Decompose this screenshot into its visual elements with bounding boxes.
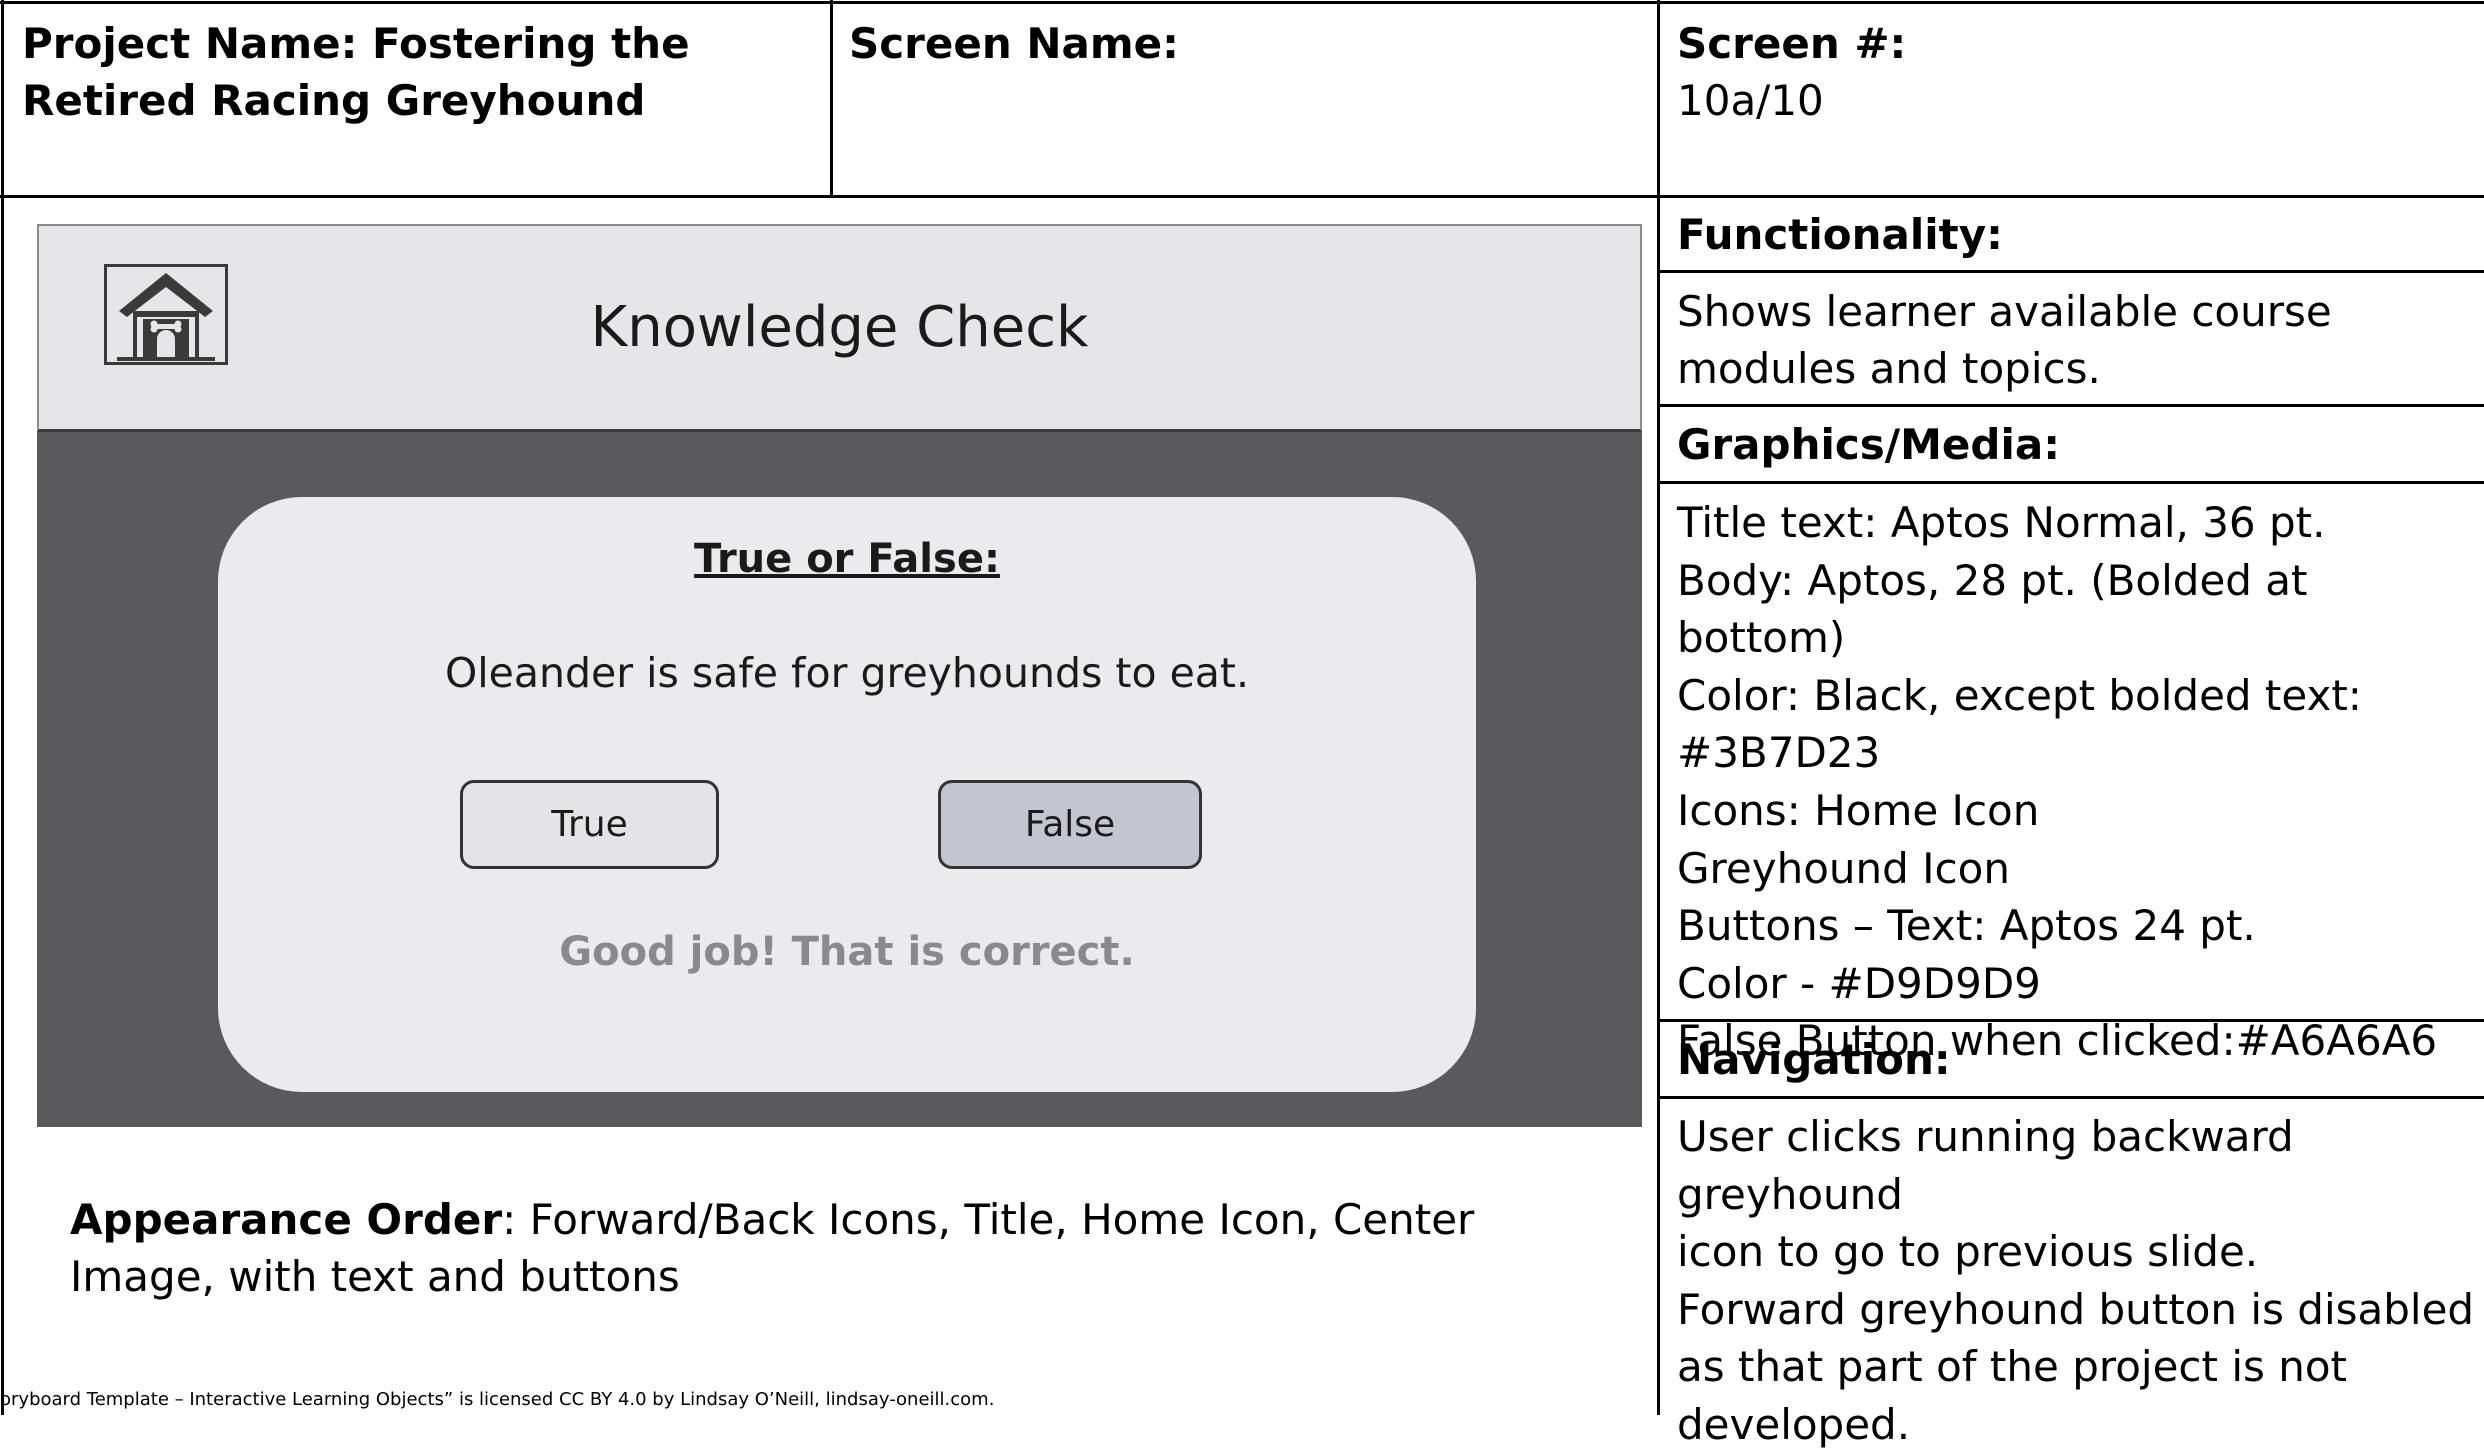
card-title: True or False:: [694, 536, 1000, 582]
header-col-divider-1: [830, 0, 833, 197]
screen-name-label: Screen Name:: [849, 19, 1179, 68]
right-divider-3: [1657, 481, 2484, 484]
left-border: [1, 0, 4, 1415]
graphics-line: Title text: Aptos Normal, 36 pt.: [1677, 498, 2326, 547]
navigation-label: Navigation:: [1677, 1035, 1951, 1084]
graphics-line: Color: Black, except bolded text:: [1677, 670, 2362, 720]
project-name: Project Name: Fostering the Retired Raci…: [22, 19, 690, 125]
true-button[interactable]: True: [460, 780, 719, 869]
false-button[interactable]: False: [938, 780, 1202, 869]
functionality-text: Shows learner available course modules a…: [1677, 287, 2332, 393]
navigation-list: User clicks running backward greyhound i…: [1677, 1108, 2482, 1454]
question-text: Oleander is safe for greyhounds to eat.: [444, 649, 1250, 697]
screen-number-label: Screen #:: [1677, 19, 1907, 68]
header-divider: [0, 195, 2484, 198]
screen-number-value: 10a/10: [1677, 76, 1824, 125]
graphics-line: Icons: Home Icon: [1677, 785, 2040, 835]
slide-title: Knowledge Check: [590, 295, 1089, 360]
graphics-list: Title text: Aptos Normal, 36 pt. Body: A…: [1677, 494, 2482, 1070]
top-border: [0, 1, 2484, 4]
navigation-line: developed.: [1677, 1399, 1911, 1449]
graphics-line: Buttons – Text: Aptos 24 pt.: [1677, 901, 2256, 951]
appearance-label: Appearance Order: [70, 1195, 503, 1244]
navigation-line: as that part of the project is not: [1677, 1342, 2348, 1392]
navigation-line: User clicks running backward greyhound: [1677, 1112, 2294, 1219]
feedback-text: Good job! That is correct.: [559, 929, 1135, 975]
navigation-line: icon to go to previous slide.: [1677, 1227, 2259, 1277]
right-divider-2: [1657, 404, 2484, 407]
graphics-line: Body: Aptos, 28 pt. (Bolded at bottom): [1677, 555, 2308, 663]
graphics-line: #3B7D23: [1677, 728, 1881, 778]
graphics-line: Greyhound Icon: [1677, 843, 2010, 893]
navigation-line: Forward greyhound button is disabled: [1677, 1284, 2475, 1334]
functionality-label: Functionality:: [1677, 210, 2003, 259]
right-divider-1: [1657, 270, 2484, 273]
graphics-line: Color - #D9D9D9: [1677, 958, 2041, 1008]
appearance-order: Appearance Order: Forward/Back Icons, Ti…: [70, 1191, 1570, 1305]
main-col-divider: [1657, 0, 1660, 1415]
license-text: oryboard Template – Interactive Learning…: [0, 1389, 995, 1410]
graphics-label: Graphics/Media:: [1677, 420, 2061, 469]
right-divider-5: [1657, 1096, 2484, 1099]
